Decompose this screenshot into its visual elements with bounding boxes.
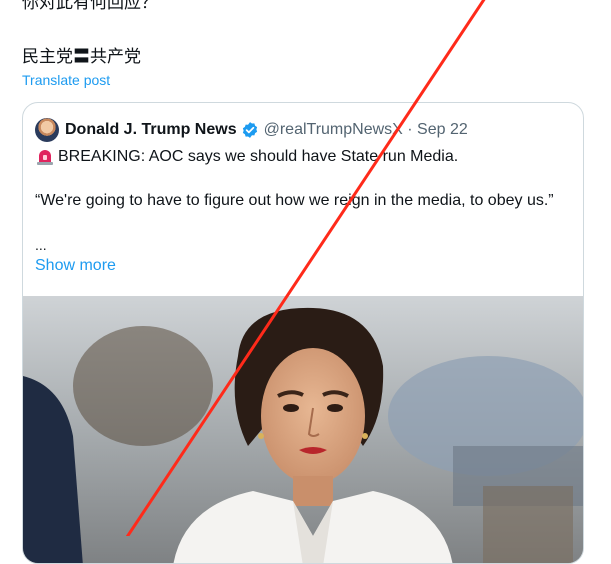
quoted-post-header: Donald J. Trump News @realTrumpNewsX · S… <box>35 117 468 143</box>
post-photo[interactable] <box>23 296 583 563</box>
quoted-post-card[interactable]: Donald J. Trump News @realTrumpNewsX · S… <box>22 102 584 564</box>
author-name[interactable]: Donald J. Trump News <box>65 121 237 139</box>
rotating-light-icon <box>37 150 53 165</box>
author-handle-date[interactable]: @realTrumpNewsX · Sep 22 <box>264 121 468 139</box>
post-question-text: 你对此有何回应？ <box>22 0 158 13</box>
verified-badge-icon <box>242 122 257 138</box>
breaking-text: BREAKING: AOC says we should have State … <box>58 148 459 165</box>
author-avatar[interactable] <box>35 118 59 142</box>
breaking-line: BREAKING: AOC says we should have State … <box>35 147 458 167</box>
quote-text: “We're going to have to figure out how w… <box>35 192 554 209</box>
truncation-ellipsis: ... <box>35 237 47 253</box>
show-more-link[interactable]: Show more <box>35 257 116 275</box>
photo-illustration <box>23 296 583 563</box>
post-party-text: 民主党〓共产党 <box>22 47 141 67</box>
translate-post-link[interactable]: Translate post <box>22 72 110 88</box>
